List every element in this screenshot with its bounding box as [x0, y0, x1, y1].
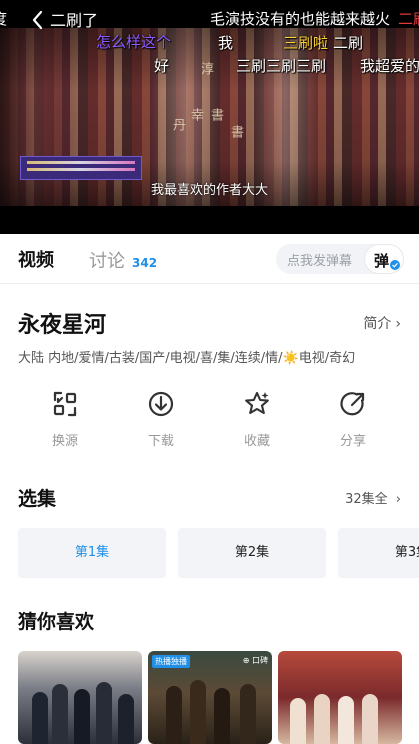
favorite-button[interactable]: 收藏: [227, 390, 287, 449]
video-signboard: [20, 156, 142, 180]
recommend-poster[interactable]: [278, 651, 402, 744]
episode-item[interactable]: 第1集: [18, 528, 166, 578]
check-circle-icon: [390, 260, 400, 270]
recommend-poster[interactable]: [18, 651, 142, 744]
book-spine-text: 淳: [198, 62, 213, 75]
episodes-total: 32集全: [345, 492, 388, 507]
favorite-label: 收藏: [243, 434, 270, 449]
video-subtitle: 我最喜欢的作者大大: [150, 183, 268, 198]
book-spine-text: 書: [208, 108, 223, 121]
danmaku-comment: 怎么样这个: [96, 33, 172, 51]
download-button[interactable]: 下载: [131, 390, 191, 449]
book-spine-text: 丹: [170, 118, 185, 131]
episodes-heading: 选集: [18, 488, 57, 510]
danmaku-comment: 三刷啦: [283, 34, 329, 52]
share-button[interactable]: 分享: [323, 390, 383, 449]
download-icon: [148, 391, 174, 417]
discuss-count-badge: 342: [132, 256, 158, 270]
danmaku-toggle-button[interactable]: 弹: [364, 244, 404, 274]
episodes-all-link[interactable]: 32集全 ›: [345, 488, 401, 507]
share-label: 分享: [339, 434, 366, 449]
danmaku-comment: 我: [218, 34, 234, 52]
content-tabs: 视频 讨论 342 点我发弹幕 弹: [0, 234, 419, 284]
danmaku-comment: 二刷: [398, 10, 419, 28]
book-spine-text: 書: [228, 125, 243, 138]
hot-badge: 热播独播: [152, 655, 190, 668]
intro-link[interactable]: 简介 ›: [363, 313, 401, 333]
danmaku-comment: 度: [0, 8, 7, 29]
recommend-poster[interactable]: 热播独播 ⊕ 口碑: [148, 651, 272, 744]
download-label: 下载: [147, 434, 174, 449]
tab-discuss[interactable]: 讨论: [89, 247, 125, 273]
chevron-right-icon: ›: [395, 316, 401, 332]
chevron-left-icon: [32, 10, 43, 30]
share-icon: [340, 392, 365, 416]
episode-item[interactable]: 第2集: [178, 528, 326, 578]
danmaku-comment: 好: [154, 57, 170, 75]
video-title: 二刷了: [50, 11, 99, 30]
switch-source-label: 换源: [51, 434, 78, 449]
episode-item[interactable]: 第3集: [338, 528, 419, 578]
book-spine-text: 幸: [188, 108, 203, 121]
recommend-list: 热播独播 ⊕ 口碑: [18, 651, 419, 744]
danmaku-input[interactable]: 点我发弹幕 弹: [276, 244, 404, 274]
episode-list: 第1集第2集第3集: [18, 528, 419, 578]
favorite-star-icon: [245, 391, 269, 415]
danmaku-comment: 二刷: [333, 34, 364, 52]
action-bar: 换源 下载 收藏 分享: [0, 390, 419, 460]
chevron-right-icon: ›: [395, 492, 401, 507]
back-button[interactable]: [30, 9, 46, 31]
recommend-heading: 猜你喜欢: [18, 611, 95, 633]
danmaku-comment: 三刷三刷三刷: [236, 57, 327, 75]
danmaku-comment: 我超爱的: [360, 57, 419, 75]
switch-source-button[interactable]: 换源: [35, 390, 95, 449]
intro-link-label: 简介: [363, 316, 392, 332]
video-player[interactable]: 淳 幸 書 書 丹 二刷了 毛演技没有的也能越来越火 二刷 度 怎么样这个 我 …: [0, 0, 419, 234]
show-title: 永夜星河: [18, 313, 107, 338]
danmaku-input-placeholder: 点我发弹幕: [287, 254, 353, 269]
danmaku-toggle-label: 弹: [374, 252, 390, 270]
rating-badge: ⊕ 口碑: [242, 656, 268, 665]
danmaku-comment: 毛演技没有的也能越来越火: [210, 10, 391, 28]
show-tags: 大陆 内地/爱情/古装/国产/电视/喜/集/连续/情/☀️电视/奇幻: [18, 351, 356, 366]
switch-source-icon: [53, 391, 77, 417]
tab-video[interactable]: 视频: [18, 246, 54, 272]
